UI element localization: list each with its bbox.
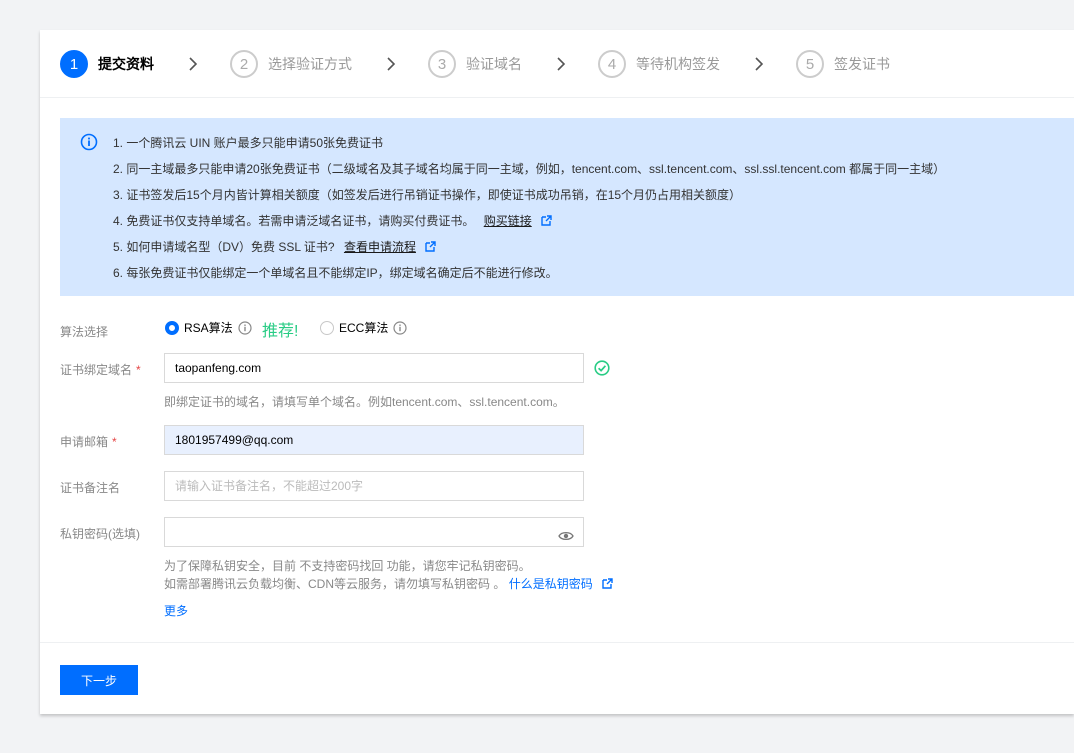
info-icon[interactable] (238, 320, 252, 335)
rsa-radio-label[interactable]: RSA算法 (184, 319, 233, 336)
next-button[interactable]: 下一步 (60, 665, 138, 695)
external-link-icon[interactable] (425, 241, 436, 252)
key-hint-2: 如需部署腾讯云负载均衡、CDN等云服务，请勿填写私钥密码 。 什么是私钥密码 (164, 575, 613, 592)
notice-line-6: 6. 每张免费证书仅能绑定一个单域名且不能绑定IP，绑定域名确定后不能进行修改。 (113, 266, 558, 280)
more-link[interactable]: 更多 (164, 602, 188, 619)
chevron-right-icon (186, 56, 200, 72)
notice-line-4: 4. 免费证书仅支持单域名。若需申请泛域名证书，请购买付费证书。 购买链接 (113, 212, 552, 229)
domain-label: 证书绑定域名 * (60, 361, 141, 378)
step-2-label: 选择验证方式 (268, 56, 352, 72)
what-is-key-password-link[interactable]: 什么是私钥密码 (509, 577, 593, 591)
step-4-label: 等待机构签发 (636, 56, 720, 72)
required-mark: * (112, 435, 117, 449)
step-1: 1 提交资料 (60, 50, 154, 78)
step-2-number: 2 (230, 50, 258, 78)
domain-input[interactable]: taopanfeng.com (164, 353, 584, 383)
external-link-icon[interactable] (602, 578, 613, 589)
remark-label: 证书备注名 (60, 481, 121, 495)
ecc-radio[interactable]: ECC算法 (320, 319, 407, 336)
step-1-number: 1 (60, 50, 88, 78)
key-hint-2-text: 如需部署腾讯云负载均衡、CDN等云服务，请勿填写私钥密码 。 (164, 577, 506, 591)
rsa-radio-dot[interactable] (165, 320, 179, 335)
step-5-number: 5 (796, 50, 824, 78)
key-hint-1: 为了保障私钥安全，目前 不支持密码找回 功能，请您牢记私钥密码。 (164, 559, 531, 573)
recommend-badge: 推荐! (262, 323, 299, 340)
notice-line-4-text: 4. 免费证书仅支持单域名。若需申请泛域名证书，请购买付费证书。 (113, 214, 475, 228)
step-4-number: 4 (598, 50, 626, 78)
domain-label-text: 证书绑定域名 (60, 363, 133, 377)
email-label: 申请邮箱 * (60, 433, 117, 450)
key-password-label: 私钥密码(选填) (60, 527, 140, 541)
step-2: 2 选择验证方式 (230, 50, 352, 78)
key-password-input[interactable] (164, 517, 584, 547)
chevron-right-icon (554, 56, 568, 72)
footer-divider (40, 642, 1074, 643)
notice-line-5-text: 5. 如何申请域名型（DV）免费 SSL 证书? (113, 240, 335, 254)
step-3-label: 验证域名 (466, 56, 522, 72)
apply-process-link[interactable]: 查看申请流程 (344, 240, 416, 254)
notice-line-3: 3. 证书签发后15个月内皆计算相关额度（如签发后进行吊销证书操作，即使证书成功… (113, 188, 742, 202)
step-3-number: 3 (428, 50, 456, 78)
eye-icon[interactable] (558, 525, 574, 541)
step-5: 5 签发证书 (796, 50, 890, 78)
algo-label: 算法选择 (60, 325, 109, 339)
notice-line-2: 2. 同一主域最多只能申请20张免费证书（二级域名及其子域名均属于同一主域，例如… (113, 162, 946, 176)
step-4: 4 等待机构签发 (598, 50, 720, 78)
notice-line-1: 1. 一个腾讯云 UIN 账户最多只能申请50张免费证书 (113, 136, 384, 150)
buy-link[interactable]: 购买链接 (484, 214, 532, 228)
step-1-label: 提交资料 (98, 56, 154, 72)
required-mark: * (136, 363, 141, 377)
progress-steps: 1 提交资料 2 选择验证方式 3 验证域名 4 等待机构签发 5 签发证书 (40, 30, 1074, 98)
info-icon (80, 133, 98, 151)
chevron-right-icon (752, 56, 766, 72)
domain-hint: 即绑定证书的域名，请填写单个域名。例如tencent.com、ssl.tence… (164, 395, 565, 409)
certificate-application-card: 1 提交资料 2 选择验证方式 3 验证域名 4 等待机构签发 5 签发证书 1… (40, 30, 1074, 714)
notice-line-5: 5. 如何申请域名型（DV）免费 SSL 证书? 查看申请流程 (113, 238, 436, 255)
rsa-radio[interactable]: RSA算法 (165, 319, 252, 336)
chevron-right-icon (384, 56, 398, 72)
ecc-radio-label[interactable]: ECC算法 (339, 319, 388, 336)
remark-input[interactable]: 请输入证书备注名，不能超过200字 (164, 471, 584, 501)
remark-placeholder: 请输入证书备注名，不能超过200字 (175, 479, 364, 493)
ecc-radio-dot[interactable] (320, 320, 334, 335)
step-5-label: 签发证书 (834, 56, 890, 72)
info-icon[interactable] (393, 320, 407, 335)
notice-box: 1. 一个腾讯云 UIN 账户最多只能申请50张免费证书 2. 同一主域最多只能… (60, 118, 1074, 296)
step-3: 3 验证域名 (428, 50, 522, 78)
email-input[interactable]: 1801957499@qq.com (164, 425, 584, 455)
external-link-icon[interactable] (541, 215, 552, 226)
check-circle-icon (594, 360, 610, 376)
email-label-text: 申请邮箱 (60, 435, 109, 449)
